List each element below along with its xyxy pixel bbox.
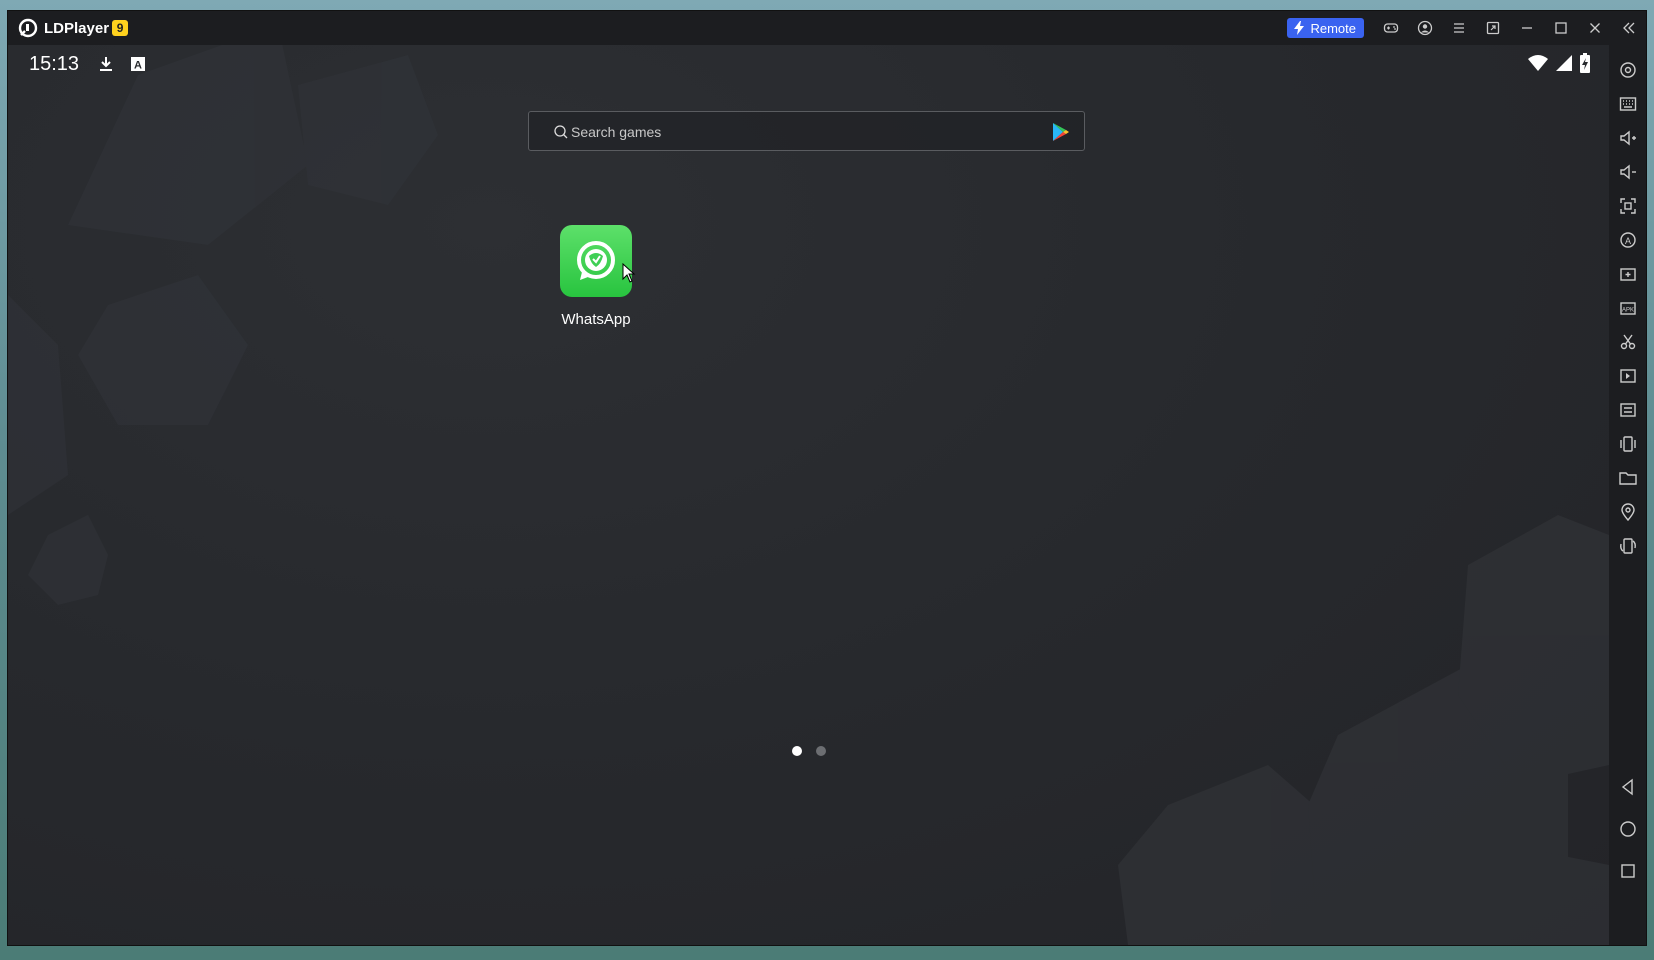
signal-icon [1556,55,1572,71]
status-icons [1527,53,1591,73]
record-button[interactable] [1609,359,1646,393]
shake-button[interactable] [1609,427,1646,461]
search-icon [554,125,568,139]
emulator-window: LDPlayer 9 Remote 15:13 A Search games W… [8,11,1646,945]
search-input[interactable] [569,112,1033,152]
folder-icon [1618,472,1637,485]
install-apk-button[interactable]: APK [1609,291,1646,325]
settings-icon [1619,62,1636,78]
home-button[interactable] [1609,812,1646,846]
cut-icon [1620,334,1635,350]
location-icon [1620,503,1635,522]
back-button[interactable] [1609,770,1646,804]
menu-icon [1454,23,1464,33]
clock: 15:13 [29,53,80,75]
maximize-button[interactable] [1544,11,1578,45]
add-app-button[interactable] [1609,257,1646,291]
minimize-button[interactable] [1510,11,1544,45]
search-bar[interactable] [528,111,1085,152]
hexagon-wallpaper [8,45,1609,945]
volume-up-button[interactable] [1609,121,1646,155]
page-dot-2[interactable] [816,746,826,756]
sync-icon [1486,21,1500,35]
shake-icon [1619,436,1636,452]
minimize-icon [1522,27,1532,29]
recents-button[interactable] [1609,854,1646,888]
folder-button[interactable] [1609,461,1646,495]
svg-text:A: A [134,60,142,72]
rotate-icon [1619,538,1636,554]
app-whatsapp[interactable]: WhatsApp [548,225,644,328]
svg-text:APK: APK [1621,308,1633,314]
app-label: WhatsApp [561,311,631,328]
maximize-icon [1555,22,1567,34]
brand: LDPlayer 9 [18,11,129,45]
recents-icon [1620,864,1635,878]
auto-operation-button[interactable]: A [1609,223,1646,257]
version-badge: 9 [112,20,129,36]
menu-button[interactable] [1442,11,1476,45]
rotate-button[interactable] [1609,529,1646,563]
whatsapp-icon[interactable] [560,225,636,297]
wifi-icon [1528,55,1548,71]
google-play-icon[interactable] [1052,122,1070,142]
volume-up-icon [1619,130,1636,146]
gamepad-icon [1383,23,1399,33]
keyboard-mapping-button[interactable] [1609,87,1646,121]
home-icon [1619,821,1636,837]
sync-operation-icon [1619,403,1636,417]
right-toolbar: A APK [1609,45,1646,945]
screenshot-icon [1619,198,1636,214]
whatsapp-glyph [577,241,615,280]
download-icon [100,57,112,71]
app-name: LDPlayer [44,19,110,37]
page-indicator [792,746,826,756]
account-icon [1417,20,1433,36]
keyboard-a-icon: A [131,57,145,72]
close-button[interactable] [1578,11,1612,45]
remote-button[interactable]: Remote [1287,18,1364,38]
status-bar: 15:13 A [8,45,1609,83]
ldplayer-logo-icon [18,18,38,38]
volume-down-button[interactable] [1609,155,1646,189]
android-screen[interactable]: 15:13 A Search games WhatsApp [8,45,1609,945]
svg-text:A: A [1624,236,1630,246]
remote-label: Remote [1310,20,1356,36]
collapse-sidebar-button[interactable] [1612,11,1646,45]
lightning-icon [1294,21,1305,35]
volume-down-icon [1619,164,1636,180]
battery-charging-icon [1580,53,1590,73]
settings-button[interactable] [1609,53,1646,87]
close-icon [1590,23,1600,33]
gamepad-button[interactable] [1374,11,1408,45]
cut-button[interactable] [1609,325,1646,359]
mouse-cursor-icon [622,263,636,283]
keyboard-mapping-icon [1619,97,1636,111]
back-icon [1621,778,1633,796]
title-bar: LDPlayer 9 Remote [8,11,1646,45]
install-apk-icon: APK [1619,302,1636,315]
record-icon [1619,369,1636,383]
location-button[interactable] [1609,495,1646,529]
account-button[interactable] [1408,11,1442,45]
sync-button[interactable] [1476,11,1510,45]
window-controls: Remote [1287,11,1646,45]
auto-operation-icon: A [1619,232,1636,248]
screenshot-button[interactable] [1609,189,1646,223]
add-app-icon [1619,268,1636,281]
page-dot-1[interactable] [792,746,802,756]
collapse-sidebar-icon [1623,22,1635,34]
sync-operation-button[interactable] [1609,393,1646,427]
